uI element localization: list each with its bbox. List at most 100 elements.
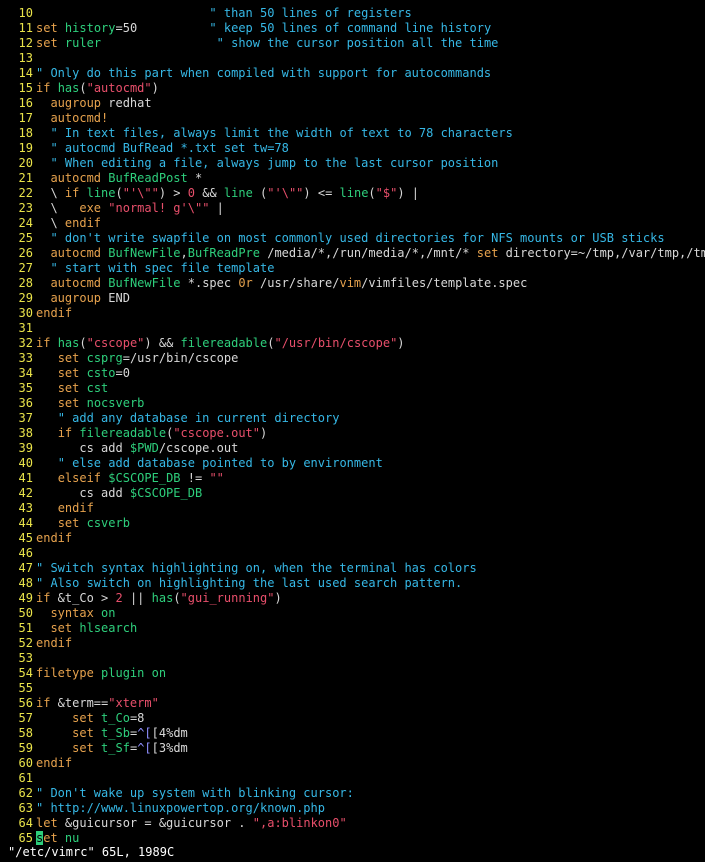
code-line[interactable]: 19 " autocmd BufRead *.txt set tw=78	[0, 141, 705, 156]
line-content[interactable]: autocmd BufNewFile *.spec 0r /usr/share/…	[36, 276, 527, 290]
code-line[interactable]: 28 autocmd BufNewFile *.spec 0r /usr/sha…	[0, 276, 705, 291]
line-content[interactable]: endif	[36, 531, 72, 545]
code-line[interactable]: 17 autocmd!	[0, 111, 705, 126]
line-content[interactable]: endif	[36, 756, 72, 770]
code-line[interactable]: 44 set csverb	[0, 516, 705, 531]
line-content[interactable]: set cst	[36, 381, 109, 395]
line-content[interactable]: \ endif	[36, 216, 101, 230]
code-line[interactable]: 18 " In text files, always limit the wid…	[0, 126, 705, 141]
line-content[interactable]: " Don't wake up system with blinking cur…	[36, 786, 354, 800]
code-line[interactable]: 61	[0, 771, 705, 786]
code-line[interactable]: 58 set t_Sb=^[[4%dm	[0, 726, 705, 741]
line-content[interactable]: set csto=0	[36, 366, 130, 380]
code-line[interactable]: 12 set ruler " show the cursor position a…	[0, 36, 705, 51]
terminal-window[interactable]: 10 " than 50 lines of registers 11 set his…	[0, 0, 705, 862]
code-line[interactable]: 48 " Also switch on highlighting the last…	[0, 576, 705, 591]
code-line[interactable]: 43 endif	[0, 501, 705, 516]
line-content[interactable]: set csverb	[36, 516, 130, 530]
code-line[interactable]: 11 set history=50 " keep 50 lines of comm…	[0, 21, 705, 36]
code-line[interactable]: 33 set csprg=/usr/bin/cscope	[0, 351, 705, 366]
code-line[interactable]: 21 autocmd BufReadPost *	[0, 171, 705, 186]
line-content[interactable]: if has("autocmd")	[36, 81, 159, 95]
line-content[interactable]: " don't write swapfile on most commonly …	[36, 231, 664, 245]
line-content[interactable]: if has("cscope") && filereadable("/usr/b…	[36, 336, 405, 350]
line-content[interactable]: " When editing a file, always jump to th…	[36, 156, 498, 170]
code-line[interactable]: 42 cs add $CSCOPE_DB	[0, 486, 705, 501]
code-line[interactable]: 52 endif	[0, 636, 705, 651]
line-content[interactable]: augroup redhat	[36, 96, 151, 110]
code-line[interactable]: 54 filetype plugin on	[0, 666, 705, 681]
editor-buffer[interactable]: 10 " than 50 lines of registers 11 set his…	[0, 6, 705, 846]
code-line[interactable]: 26 autocmd BufNewFile,BufReadPre /media/…	[0, 246, 705, 261]
code-line[interactable]: 37 " add any database in current directo…	[0, 411, 705, 426]
line-content[interactable]: autocmd BufReadPost *	[36, 171, 202, 185]
line-content[interactable]: let &guicursor = &guicursor . ",a:blinko…	[36, 816, 347, 830]
code-line[interactable]: 39 cs add $PWD/cscope.out	[0, 441, 705, 456]
line-content[interactable]: \ exe "normal! g'\"" |	[36, 201, 223, 215]
code-line[interactable]: 50 syntax on	[0, 606, 705, 621]
line-content[interactable]: \ if line("'\"") > 0 && line ("'\"") <= …	[36, 186, 419, 200]
code-line[interactable]: 47 " Switch syntax highlighting on, when …	[0, 561, 705, 576]
code-line[interactable]: 22 \ if line("'\"") > 0 && line ("'\"") …	[0, 186, 705, 201]
code-line[interactable]: 30 endif	[0, 306, 705, 321]
line-content[interactable]: set nocsverb	[36, 396, 145, 410]
line-content[interactable]: set t_Co=8	[36, 711, 144, 725]
code-line[interactable]: 62 " Don't wake up system with blinking c…	[0, 786, 705, 801]
line-content[interactable]: " start with spec file template	[36, 261, 274, 275]
code-line[interactable]: 57 set t_Co=8	[0, 711, 705, 726]
code-line[interactable]: 13	[0, 51, 705, 66]
code-line[interactable]: 40 " else add database pointed to by env…	[0, 456, 705, 471]
code-line[interactable]: 64 let &guicursor = &guicursor . ",a:blin…	[0, 816, 705, 831]
line-content[interactable]: " In text files, always limit the width …	[36, 126, 512, 140]
code-line[interactable]: 51 set hlsearch	[0, 621, 705, 636]
code-line[interactable]: 38 if filereadable("cscope.out")	[0, 426, 705, 441]
line-content[interactable]: elseif $CSCOPE_DB != ""	[36, 471, 224, 485]
code-line[interactable]: 24 \ endif	[0, 216, 705, 231]
line-content[interactable]: if &term=="xterm"	[36, 696, 159, 710]
line-content[interactable]: set t_Sb=^[[4%dm	[36, 726, 188, 740]
code-line[interactable]: 31	[0, 321, 705, 336]
line-content[interactable]: " Switch syntax highlighting on, when th…	[36, 561, 477, 575]
line-content[interactable]: filetype plugin on	[36, 666, 166, 680]
line-content[interactable]: set t_Sf=^[[3%dm	[36, 741, 188, 755]
line-content[interactable]: autocmd!	[36, 111, 108, 125]
code-line[interactable]: 16 augroup redhat	[0, 96, 705, 111]
code-line[interactable]: 10 " than 50 lines of registers	[0, 6, 705, 21]
line-content[interactable]: set hlsearch	[36, 621, 137, 635]
code-line[interactable]: 34 set csto=0	[0, 366, 705, 381]
code-line[interactable]: 27 " start with spec file template	[0, 261, 705, 276]
line-content[interactable]: " autocmd BufRead *.txt set tw=78	[36, 141, 288, 155]
code-line[interactable]: 36 set nocsverb	[0, 396, 705, 411]
code-line[interactable]: 46	[0, 546, 705, 561]
code-line[interactable]: 49 if &t_Co > 2 || has("gui_running")	[0, 591, 705, 606]
code-line[interactable]: 23 \ exe "normal! g'\"" |	[0, 201, 705, 216]
line-content[interactable]: " http://www.linuxpowertop.org/known.php	[36, 801, 325, 815]
line-content[interactable]: " Only do this part when compiled with s…	[36, 66, 491, 80]
line-content[interactable]: endif	[36, 306, 72, 320]
line-content[interactable]: if filereadable("cscope.out")	[36, 426, 268, 440]
line-content[interactable]: " Also switch on highlighting the last u…	[36, 576, 462, 590]
line-content[interactable]: augroup END	[36, 291, 129, 305]
line-content[interactable]: cs add $CSCOPE_DB	[36, 486, 202, 500]
line-content[interactable]: syntax on	[36, 606, 115, 620]
code-line[interactable]: 25 " don't write swapfile on most common…	[0, 231, 705, 246]
code-line[interactable]: 15 if has("autocmd")	[0, 81, 705, 96]
code-line[interactable]: 14 " Only do this part when compiled with…	[0, 66, 705, 81]
line-content[interactable]: set ruler " show the cursor position all…	[36, 36, 498, 50]
line-content[interactable]: set csprg=/usr/bin/cscope	[36, 351, 239, 365]
code-line[interactable]: 41 elseif $CSCOPE_DB != ""	[0, 471, 705, 486]
code-line[interactable]: 63 " http://www.linuxpowertop.org/known.p…	[0, 801, 705, 816]
code-line[interactable]: 29 augroup END	[0, 291, 705, 306]
line-content[interactable]: set history=50 " keep 50 lines of comman…	[36, 21, 491, 35]
line-content[interactable]: if &t_Co > 2 || has("gui_running")	[36, 591, 282, 605]
code-line[interactable]: 55	[0, 681, 705, 696]
code-line[interactable]: 65 set nu	[0, 831, 705, 846]
code-line[interactable]: 56 if &term=="xterm"	[0, 696, 705, 711]
line-content[interactable]: " else add database pointed to by enviro…	[36, 456, 383, 470]
line-content[interactable]: autocmd BufNewFile,BufReadPre /media/*,/…	[36, 246, 705, 260]
line-content[interactable]: endif	[36, 636, 72, 650]
code-line[interactable]: 45 endif	[0, 531, 705, 546]
line-content[interactable]: " than 50 lines of registers	[36, 6, 411, 20]
code-line[interactable]: 60 endif	[0, 756, 705, 771]
line-content[interactable]: set nu	[36, 831, 79, 845]
